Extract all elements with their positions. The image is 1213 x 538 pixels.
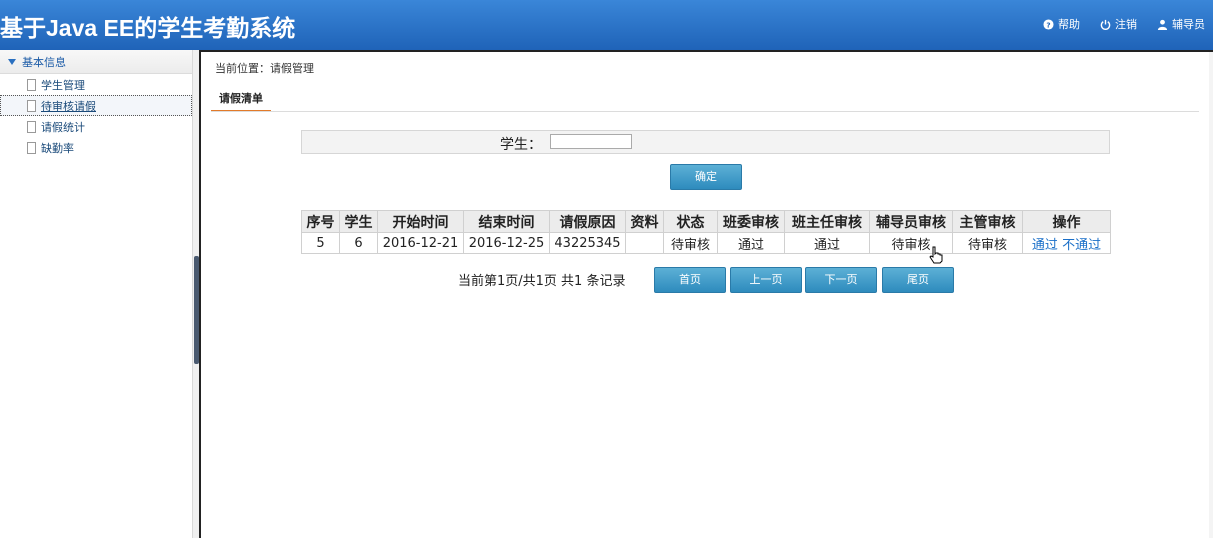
search-bar: 学生： <box>301 130 1110 154</box>
sidebar-section-label: 基本信息 <box>22 55 66 69</box>
cell-supervisor-review: 待审核 <box>952 232 1023 254</box>
col-header-start: 开始时间 <box>377 210 464 233</box>
app-header: 基于Java EE的学生考勤系统 ? 帮助 注销 辅导员 <box>0 0 1213 50</box>
user-link[interactable]: 辅导员 <box>1157 16 1205 32</box>
sidebar-item-label: 学生管理 <box>41 78 85 92</box>
cell-status: 待审核 <box>663 232 718 254</box>
col-header-action: 操作 <box>1022 210 1111 233</box>
tab-divider <box>211 111 1199 112</box>
table-header-row: 序号 学生 开始时间 结束时间 请假原因 资料 状态 班委审核 班主任审核 辅导… <box>301 210 1111 233</box>
tab-leave-list[interactable]: 请假清单 <box>211 90 271 112</box>
approve-link[interactable]: 通过 <box>1032 238 1058 253</box>
sidebar-item-absence-rate[interactable]: 缺勤率 <box>0 137 192 158</box>
sidebar-section-basic-info[interactable]: 基本信息 <box>0 50 192 74</box>
col-header-status: 状态 <box>663 210 718 233</box>
sidebar-item-label: 请假统计 <box>41 120 85 134</box>
col-header-supervisor-review: 主管审核 <box>952 210 1023 233</box>
reject-link[interactable]: 不通过 <box>1062 238 1101 253</box>
document-icon <box>27 120 36 133</box>
col-header-counselor-review: 辅导员审核 <box>869 210 953 233</box>
sidebar-item-student-management[interactable]: 学生管理 <box>0 74 192 95</box>
app-title: 基于Java EE的学生考勤系统 <box>0 15 296 41</box>
document-icon <box>27 78 36 91</box>
user-icon <box>1157 19 1168 30</box>
col-header-id: 序号 <box>301 210 340 233</box>
cell-headteacher-review: 通过 <box>784 232 870 254</box>
hand-cursor-icon <box>929 246 943 264</box>
help-link[interactable]: ? 帮助 <box>1043 16 1080 32</box>
col-header-end: 结束时间 <box>463 210 550 233</box>
power-icon <box>1100 19 1111 30</box>
col-header-reason: 请假原因 <box>549 210 626 233</box>
svg-text:?: ? <box>1046 20 1050 29</box>
col-header-student: 学生 <box>339 210 378 233</box>
sidebar-item-leave-statistics[interactable]: 请假统计 <box>0 116 192 137</box>
sidebar-item-label: 待审核请假 <box>41 99 96 113</box>
col-header-material: 资料 <box>625 210 664 233</box>
first-page-button[interactable]: 首页 <box>654 267 726 293</box>
header-links: ? 帮助 注销 辅导员 <box>1043 16 1205 32</box>
pager-info: 当前第1页/共1页 共1 条记录 <box>458 274 626 289</box>
col-header-headteacher-review: 班主任审核 <box>784 210 870 233</box>
col-header-monitor-review: 班委审核 <box>717 210 785 233</box>
cell-end: 2016-12-25 <box>463 232 550 254</box>
cell-id: 5 <box>301 232 340 254</box>
logout-link-label: 注销 <box>1115 18 1137 31</box>
document-icon <box>27 99 36 112</box>
user-link-label: 辅导员 <box>1172 18 1205 31</box>
help-icon: ? <box>1043 18 1054 30</box>
prev-page-button[interactable]: 上一页 <box>730 267 802 293</box>
vertical-scrollbar[interactable] <box>1209 52 1213 538</box>
help-link-label: 帮助 <box>1058 18 1080 31</box>
logout-link[interactable]: 注销 <box>1100 16 1137 32</box>
student-search-label: 学生： <box>500 137 542 153</box>
leave-table: 序号 学生 开始时间 结束时间 请假原因 资料 状态 班委审核 班主任审核 辅导… <box>301 210 1111 254</box>
table-row: 5 6 2016-12-21 2016-12-25 43225345 待审核 通… <box>301 232 1111 254</box>
cell-start: 2016-12-21 <box>377 232 464 254</box>
sidebar-item-pending-leave[interactable]: 待审核请假 <box>0 95 192 116</box>
cell-monitor-review: 通过 <box>717 232 785 254</box>
cell-material <box>625 232 664 254</box>
cell-reason: 43225345 <box>549 232 626 254</box>
last-page-button[interactable]: 尾页 <box>882 267 954 293</box>
sidebar-item-label: 缺勤率 <box>41 141 74 155</box>
cell-student: 6 <box>339 232 378 254</box>
confirm-button[interactable]: 确定 <box>670 164 742 190</box>
student-search-input[interactable] <box>550 134 632 149</box>
document-icon <box>27 141 36 154</box>
next-page-button[interactable]: 下一页 <box>805 267 877 293</box>
main-panel: 当前位置：请假管理 请假清单 学生： 确定 序号 学生 开始时间 结束时间 请假… <box>199 50 1213 538</box>
breadcrumb: 当前位置：请假管理 <box>215 62 314 75</box>
expand-triangle-icon <box>8 58 16 65</box>
cell-action: 通过 不通过 <box>1022 232 1111 254</box>
sidebar: 基本信息 学生管理 待审核请假 请假统计 缺勤率 <box>0 50 193 538</box>
